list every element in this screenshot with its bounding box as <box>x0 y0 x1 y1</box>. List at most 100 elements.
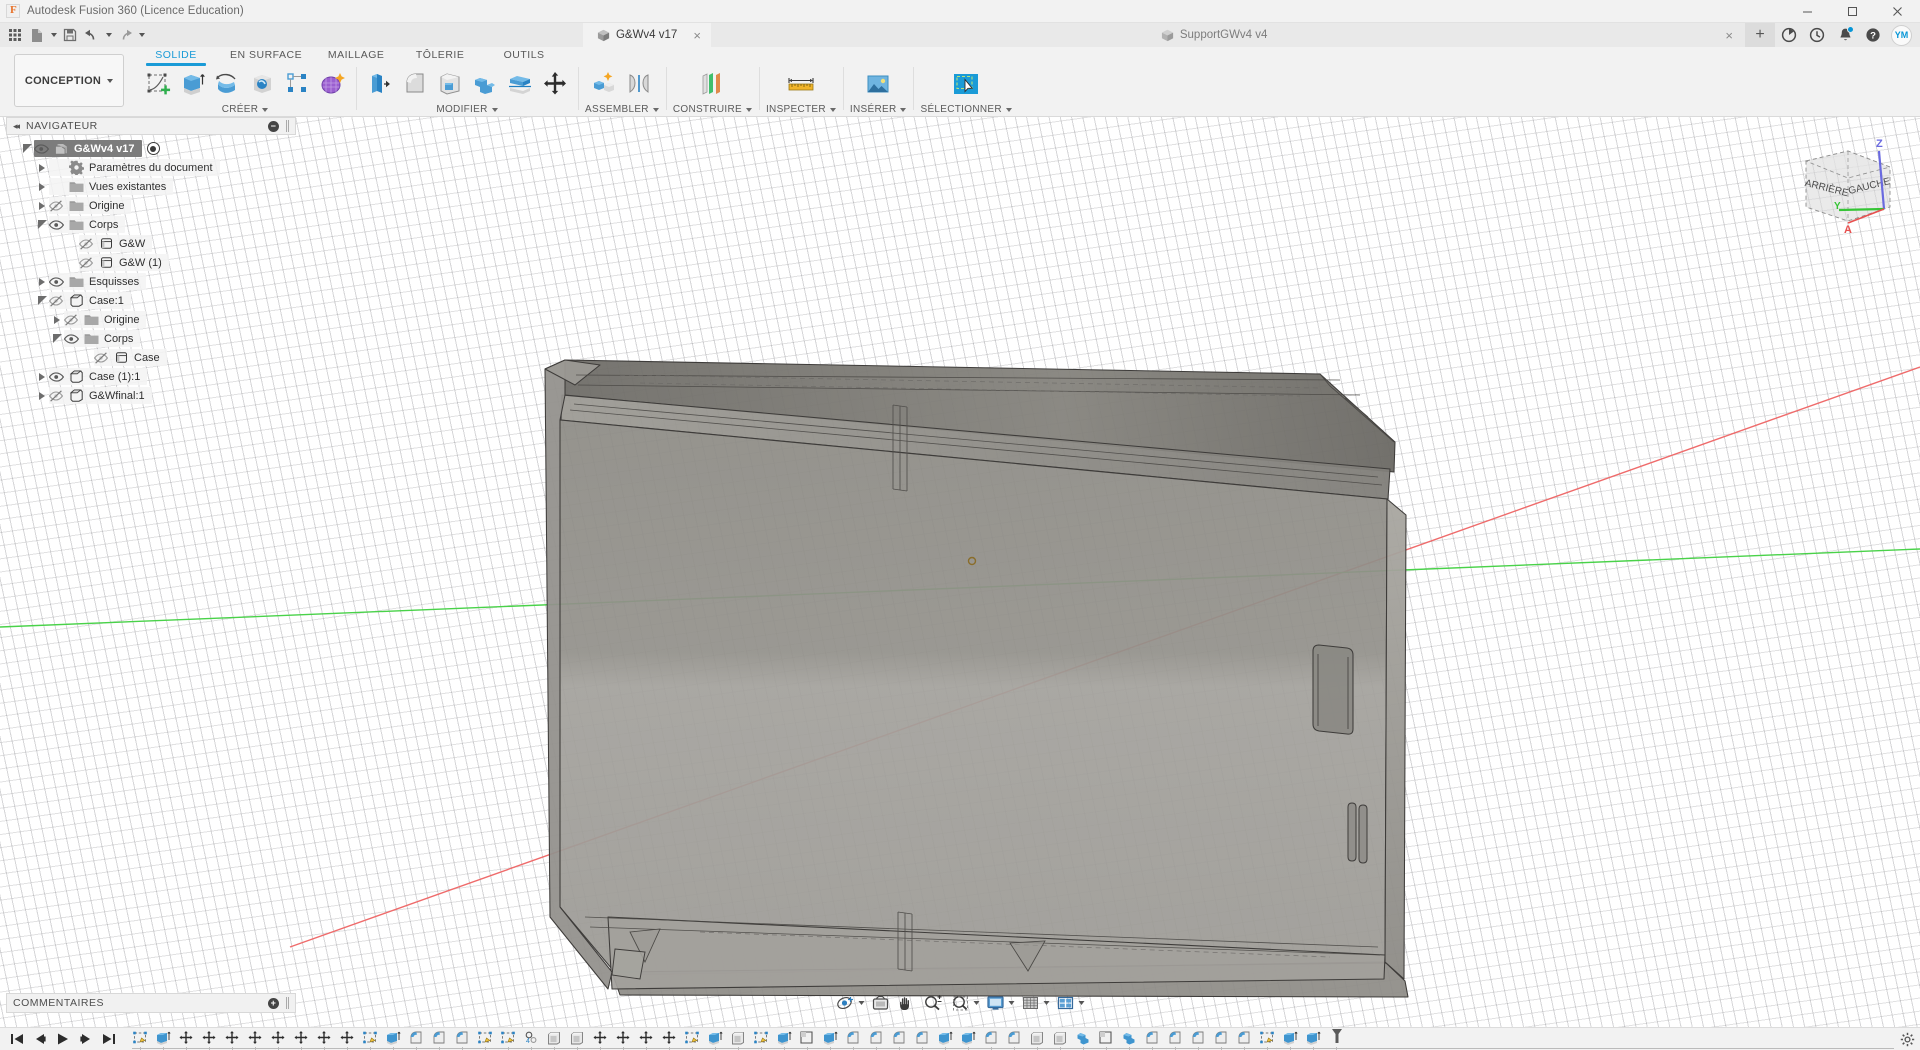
visibility-hidden-icon[interactable] <box>79 254 94 271</box>
redo-dropdown[interactable] <box>136 24 147 46</box>
timeline-feature-fillet[interactable] <box>1232 1028 1255 1050</box>
timeline-feature-joint[interactable] <box>266 1028 289 1050</box>
timeline-feature-fillet[interactable] <box>450 1028 473 1050</box>
revolve-icon[interactable] <box>211 66 244 102</box>
visibility-visible-icon[interactable] <box>64 330 79 347</box>
orbit-icon[interactable] <box>834 991 867 1015</box>
insert-canvas-icon[interactable] <box>862 66 895 102</box>
visibility-visible-icon[interactable] <box>49 273 64 290</box>
timeline-feature-joint[interactable] <box>657 1028 680 1050</box>
tree-item-param-tres-du-document[interactable]: Paramètres du document <box>6 158 296 177</box>
expander-collapsed-icon[interactable] <box>35 197 49 214</box>
comments-panel[interactable]: COMMENTAIRES + <box>6 993 296 1013</box>
timeline-feature-fillet[interactable] <box>1002 1028 1025 1050</box>
timeline-feature-joint[interactable] <box>588 1028 611 1050</box>
timeline-feature-fillet[interactable] <box>1209 1028 1232 1050</box>
expander-collapsed-icon[interactable] <box>35 387 49 404</box>
comments-resize-grip[interactable] <box>286 997 289 1009</box>
tree-item-origine[interactable]: Origine <box>6 196 296 215</box>
view-front-icon[interactable] <box>869 991 893 1015</box>
help-icon[interactable]: ? <box>1859 23 1887 47</box>
timeline-feature-joint[interactable] <box>174 1028 197 1050</box>
redo-icon[interactable] <box>114 24 136 46</box>
expander-collapsed-icon[interactable] <box>35 159 49 176</box>
timeline-feature-extrude[interactable] <box>151 1028 174 1050</box>
expander-expanded-icon[interactable] <box>35 292 49 309</box>
activate-component-radio[interactable] <box>146 142 160 155</box>
visibility-hidden-icon[interactable] <box>49 197 64 214</box>
timeline-feature-sketch[interactable] <box>496 1028 519 1050</box>
zoom-icon[interactable] <box>921 991 947 1015</box>
timeline-feature-extrude[interactable] <box>933 1028 956 1050</box>
timeline-feature-sketch[interactable] <box>749 1028 772 1050</box>
display-settings-icon[interactable] <box>984 991 1017 1015</box>
timeline-feature-sketch[interactable] <box>1255 1028 1278 1050</box>
expander-expanded-icon[interactable] <box>20 140 34 157</box>
add-comment-icon[interactable]: + <box>268 997 279 1009</box>
visibility-hidden-icon[interactable] <box>79 235 94 252</box>
panel-selectionner-label[interactable]: SÉLECTIONNER <box>920 103 1012 116</box>
visibility-visible-icon[interactable] <box>49 216 64 233</box>
panel-assembler-label[interactable]: ASSEMBLER <box>585 103 659 116</box>
expander-expanded-icon[interactable] <box>50 330 64 347</box>
document-tab-active[interactable]: G&Wv4 v17 × <box>582 23 711 47</box>
play-icon[interactable] <box>52 1029 74 1050</box>
timeline-feature-extrude[interactable] <box>772 1028 795 1050</box>
timeline-settings-icon[interactable] <box>1894 1028 1920 1050</box>
timeline-feature-fillet[interactable] <box>1140 1028 1163 1050</box>
timeline-feature-sketch[interactable] <box>128 1028 151 1050</box>
document-tab-close-icon[interactable]: × <box>1725 29 1733 42</box>
document-tab-inactive-close[interactable]: × <box>1713 23 1745 47</box>
tree-item-g-wfinal-1[interactable]: G&Wfinal:1 <box>6 386 296 405</box>
tab-outils[interactable]: OUTILS <box>482 47 566 64</box>
3d-viewport[interactable]: ◂◂ NAVIGATEUR − G&Wv4 v17 Paramètres du d… <box>0 117 1920 1027</box>
timeline-track[interactable]: 4 <box>128 1028 1894 1050</box>
grid-snaps-icon[interactable] <box>1019 991 1052 1015</box>
move-copy-icon[interactable] <box>538 66 571 102</box>
new-document-dropdown[interactable] <box>48 24 59 46</box>
undo-dropdown[interactable] <box>103 24 114 46</box>
tree-item-vues-existantes[interactable]: Vues existantes <box>6 177 296 196</box>
shell-icon[interactable] <box>433 66 466 102</box>
avatar[interactable]: YM <box>1891 24 1912 46</box>
timeline-feature-shell[interactable] <box>565 1028 588 1050</box>
timeline-feature-shell[interactable] <box>542 1028 565 1050</box>
minimize-button[interactable] <box>1785 0 1830 23</box>
new-document-icon[interactable] <box>26 24 48 46</box>
go-to-end-icon[interactable] <box>98 1029 120 1050</box>
timeline-feature-fillet[interactable] <box>1186 1028 1209 1050</box>
viewports-icon[interactable] <box>1054 991 1087 1015</box>
visibility-hidden-icon[interactable] <box>49 387 64 404</box>
tree-item-case[interactable]: Case <box>6 348 296 367</box>
tab-maillage[interactable]: MAILLAGE <box>314 47 398 64</box>
tab-tolerie[interactable]: TÔLERIE <box>398 47 482 64</box>
panel-modifier-label[interactable]: MODIFIER <box>436 103 498 116</box>
timeline-marker[interactable] <box>1324 1028 1347 1050</box>
timeline-feature-fillet[interactable] <box>887 1028 910 1050</box>
panel-options-icon[interactable]: − <box>268 120 279 132</box>
measure-icon[interactable] <box>784 66 817 102</box>
new-component-icon[interactable] <box>588 66 621 102</box>
timeline-feature-fillet[interactable] <box>979 1028 1002 1050</box>
panel-creer-label[interactable]: CRÉER <box>222 103 269 116</box>
app-grid-icon[interactable] <box>4 24 26 46</box>
extrude-icon[interactable] <box>176 66 209 102</box>
expander-collapsed-icon[interactable] <box>35 178 49 195</box>
visibility-hidden-icon[interactable] <box>64 311 79 328</box>
select-window-icon[interactable] <box>950 66 983 102</box>
visibility-hidden-icon[interactable] <box>94 349 109 366</box>
step-forward-icon[interactable] <box>75 1029 97 1050</box>
tree-item-g-wv4-v17[interactable]: G&Wv4 v17 <box>6 139 296 158</box>
timeline-feature-extrude[interactable] <box>381 1028 404 1050</box>
timeline-feature-fillet[interactable] <box>404 1028 427 1050</box>
timeline-feature-joint[interactable] <box>220 1028 243 1050</box>
expander-collapsed-icon[interactable] <box>50 311 64 328</box>
timeline-feature-sketch[interactable] <box>473 1028 496 1050</box>
timeline-feature-fillet[interactable] <box>427 1028 450 1050</box>
timeline-feature-joint[interactable] <box>312 1028 335 1050</box>
zoom-window-icon[interactable] <box>949 991 982 1015</box>
create-sketch-icon[interactable] <box>141 66 174 102</box>
tree-item-case-1-1[interactable]: Case (1):1 <box>6 367 296 386</box>
step-back-icon[interactable] <box>29 1029 51 1050</box>
panel-inserer-label[interactable]: INSÉRER <box>850 103 907 116</box>
